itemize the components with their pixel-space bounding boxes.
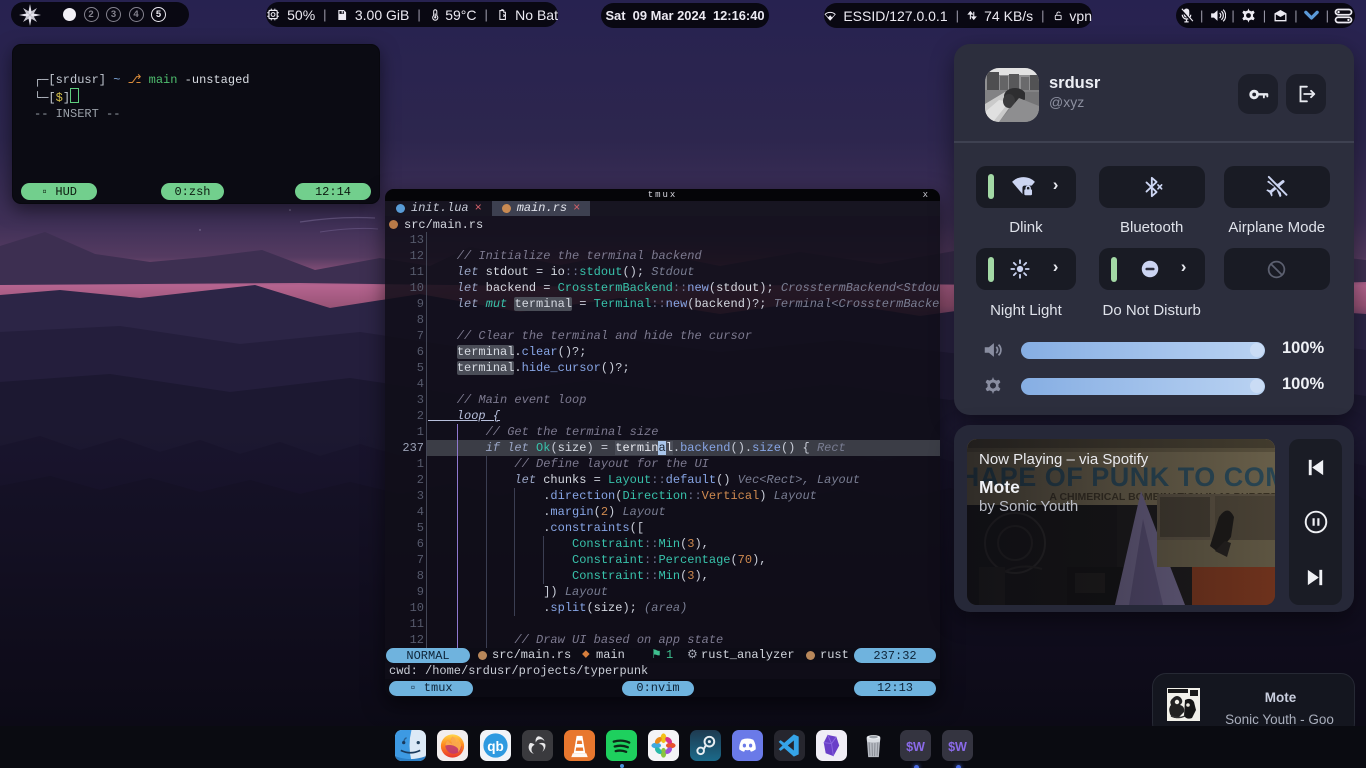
svg-text:$W: $W [948, 740, 967, 754]
svg-text:qb: qb [487, 739, 504, 754]
svg-text:$W: $W [906, 740, 925, 754]
